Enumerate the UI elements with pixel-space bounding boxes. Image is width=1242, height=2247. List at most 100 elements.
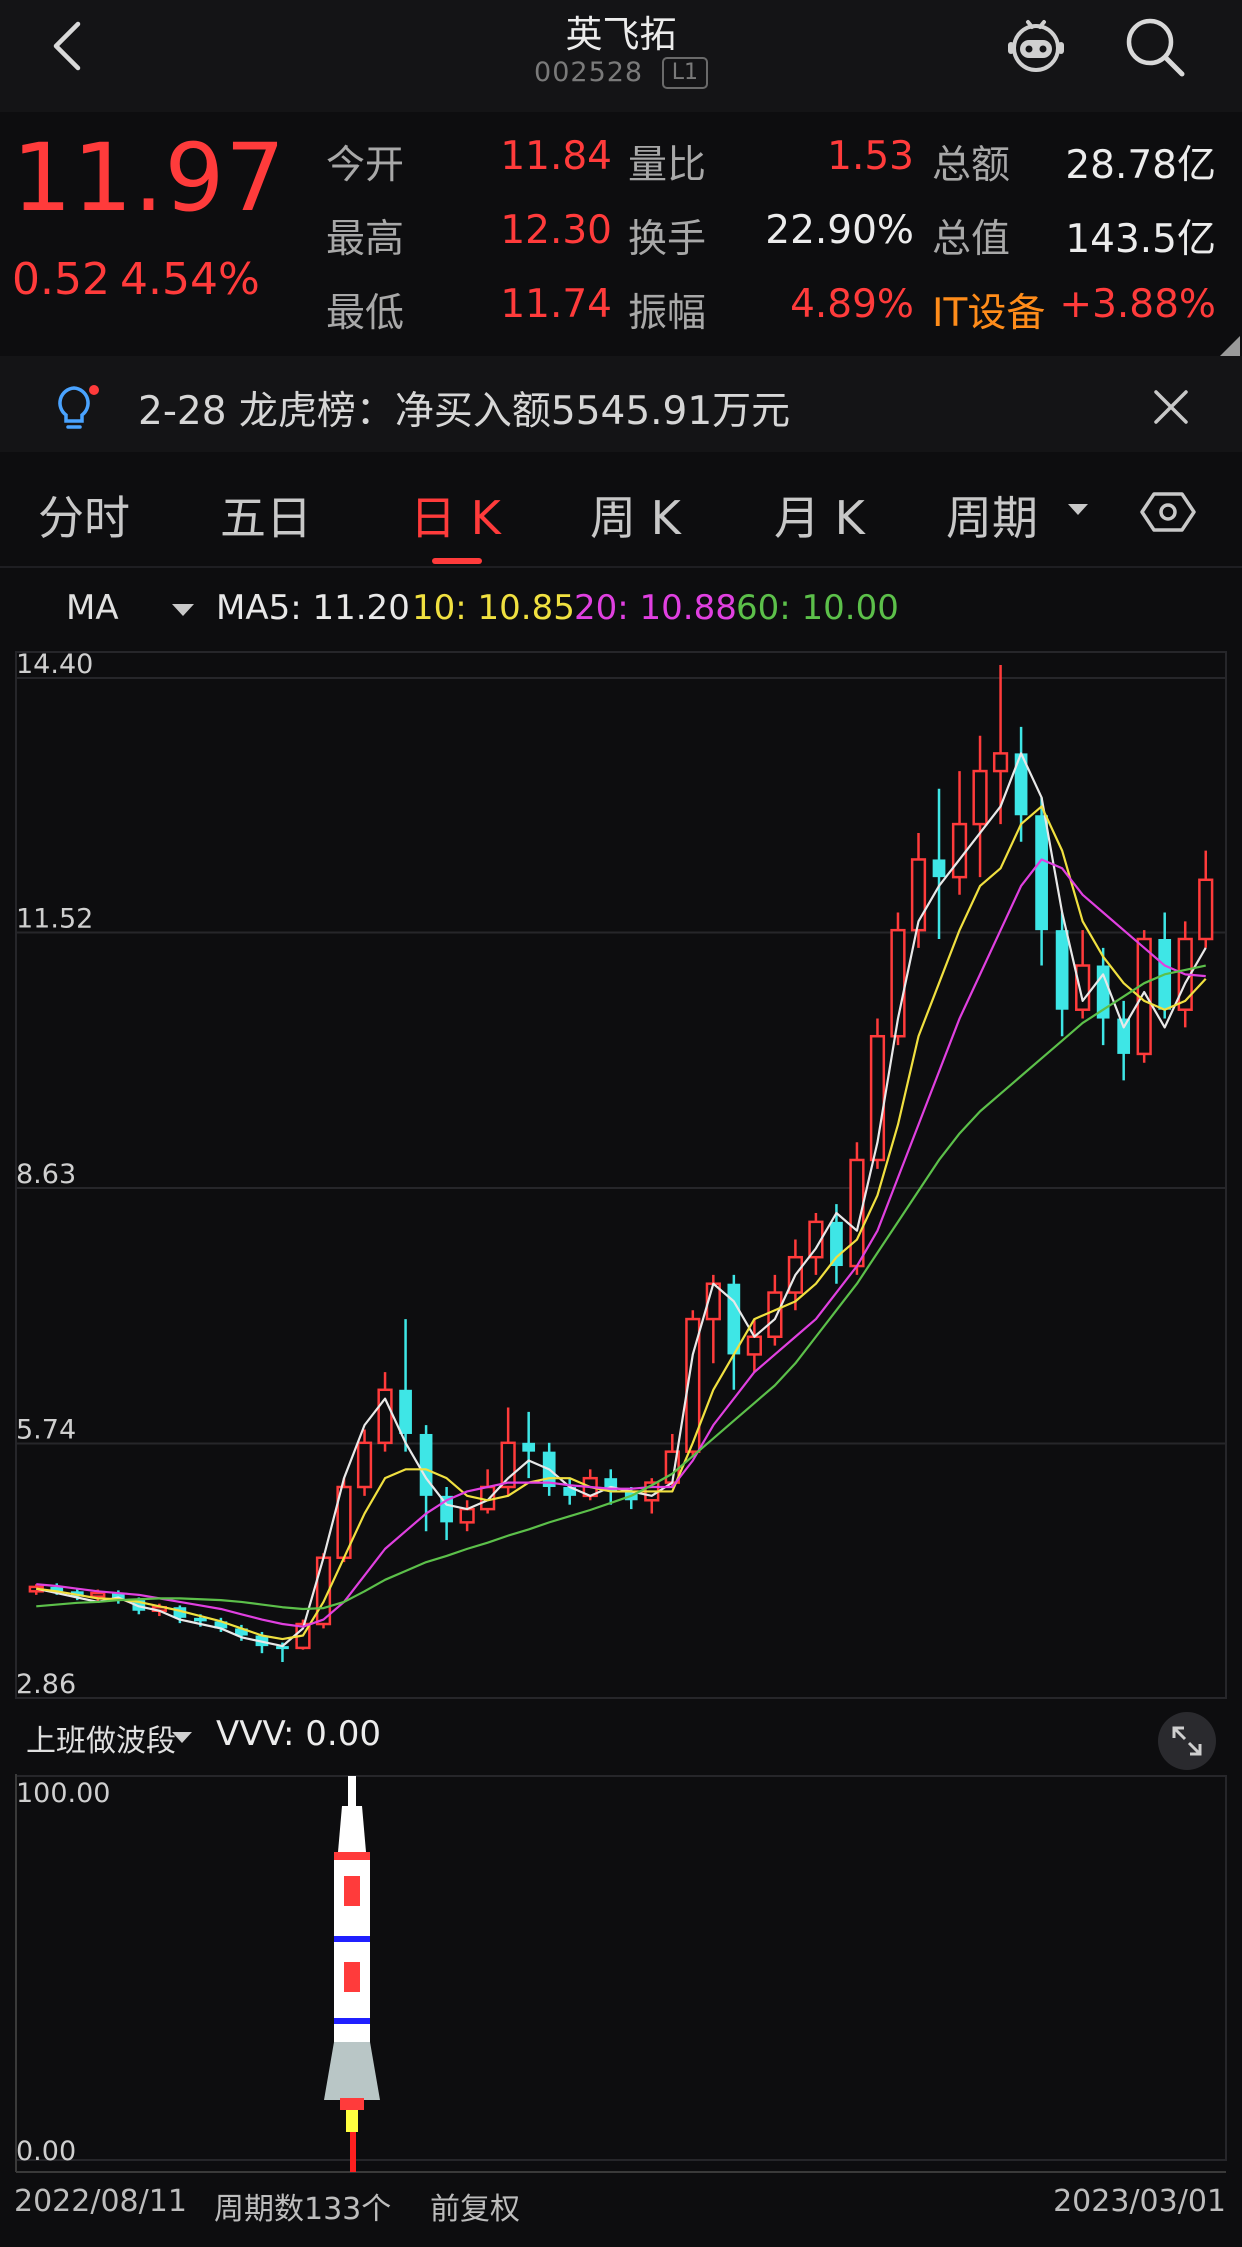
open-label: 今开 (326, 143, 405, 188)
sub-indicator-chart[interactable]: 100.00 0.00 (0, 1772, 1242, 2182)
candle-body (399, 1389, 412, 1434)
candle-body (951, 822, 968, 879)
low-label: 最低 (326, 291, 405, 336)
price-change: 0.52 (12, 254, 110, 305)
expand-corner-icon[interactable] (1220, 336, 1240, 356)
price-axis-label: 11.52 (16, 904, 93, 935)
ma60-value: 60: 10.00 (736, 588, 899, 628)
market-cap-label: 总值 (932, 217, 1011, 262)
sub-indicator-header: 上班做波段 VVV: 0.00 (0, 1700, 1242, 1772)
chart-period-tabs: 分时 五日 日 K 周 K 月 K 周期 (0, 456, 1242, 566)
tab-monthly-k[interactable]: 月 K (774, 482, 865, 548)
volume-ratio-label: 量比 (628, 143, 707, 188)
candle-body (356, 1441, 373, 1489)
candle-body (830, 1221, 843, 1267)
chevron-down-icon[interactable] (172, 604, 194, 616)
candle-body (500, 1441, 516, 1489)
sub-axis-top: 100.00 (16, 1778, 110, 1809)
search-icon[interactable] (1122, 14, 1188, 80)
kline-chart[interactable]: 14.40 11.52 8.63 5.74 2.86 (0, 640, 1242, 1700)
candle-body (992, 752, 1009, 773)
price-axis-label: 8.63 (16, 1159, 76, 1190)
turnover-amount-label: 总额 (932, 143, 1011, 188)
sub-chart-frame (15, 1775, 1227, 2161)
price-axis-label: 14.40 (16, 649, 93, 680)
vvv-value: VVV: 0.00 (216, 1714, 381, 1754)
tab-period-dropdown[interactable]: 周期 (946, 482, 1038, 548)
fullscreen-button[interactable] (1158, 1712, 1216, 1770)
ma-legend: MA MA5: 11.20 10: 10.85 20: 10.88 60: 10… (0, 580, 1242, 640)
candle-body (1075, 964, 1091, 1011)
robot-assistant-icon[interactable] (1004, 14, 1068, 78)
candle-body (767, 1291, 783, 1339)
candle-body (1035, 815, 1048, 931)
price-axis: 14.40 11.52 8.63 5.74 2.86 (16, 649, 93, 1700)
low-value: 11.74 (500, 282, 612, 327)
level-badge: L1 (661, 56, 708, 89)
candle-body (459, 1507, 475, 1524)
expand-icon (1172, 1726, 1202, 1756)
candle-body (1117, 1018, 1131, 1054)
sub-axis-bottom: 0.00 (16, 2136, 76, 2167)
notice-text[interactable]: 2-28 龙虎榜：净买入额5545.91万元 (138, 380, 790, 436)
ma60-line (36, 964, 1206, 1611)
lightbulb-icon (58, 385, 99, 429)
period-count: 周期数133个 (214, 2192, 392, 2227)
sector-label[interactable]: IT设备 (932, 282, 1045, 338)
rocket-icon (324, 1776, 380, 2172)
ma5-line (36, 752, 1207, 1648)
turnover-rate-label: 换手 (628, 217, 707, 262)
ma-lines (36, 752, 1207, 1648)
candle-body (1055, 930, 1069, 1010)
ma5-value: MA5: 11.20 (216, 588, 410, 628)
amplitude-label: 振幅 (628, 291, 707, 336)
start-date: 2022/08/11 (14, 2184, 187, 2219)
chevron-down-icon[interactable] (1068, 504, 1088, 515)
bottom-safe-area (0, 2232, 1242, 2247)
amplitude-value: 4.89% (790, 282, 914, 327)
open-value: 11.84 (500, 134, 612, 179)
ma10-line (36, 805, 1207, 1641)
active-tab-indicator (432, 558, 482, 564)
sub-indicator-selector[interactable]: 上班做波段 (26, 1716, 176, 1760)
price-change-percent: 4.54% (120, 254, 260, 305)
close-icon[interactable] (1146, 382, 1196, 432)
turnover-amount-value: 28.78亿 (1065, 143, 1216, 188)
price-axis-label: 2.86 (16, 1669, 76, 1700)
chevron-down-icon[interactable] (172, 1732, 192, 1743)
chart-settings-icon[interactable] (1140, 484, 1196, 540)
tab-daily-k[interactable]: 日 K (410, 482, 501, 548)
tab-intraday[interactable]: 分时 (38, 482, 130, 548)
ma20-value: 20: 10.88 (574, 588, 737, 628)
ma-indicator-selector[interactable]: MA (66, 588, 119, 628)
candles (28, 665, 1214, 1663)
adjustment-mode[interactable]: 前复权 (430, 2184, 520, 2228)
chart-footer: 2022/08/11 周期数133个 前复权 2023/03/01 (0, 2180, 1242, 2230)
candle-body (90, 1591, 106, 1598)
tab-five-day[interactable]: 五日 (220, 482, 312, 548)
candle-body (932, 859, 946, 878)
tab-weekly-k[interactable]: 周 K (590, 482, 681, 548)
end-date: 2023/03/01 (1053, 2184, 1226, 2219)
candle-body (419, 1433, 433, 1496)
last-price: 11.97 (12, 124, 287, 233)
top-nav-bar: 英飞拓 002528 L1 (0, 0, 1242, 112)
market-cap-value: 143.5亿 (1065, 217, 1216, 262)
candle-body (1198, 878, 1214, 941)
ma10-value: 10: 10.85 (412, 588, 575, 628)
quote-panel: 11.97 0.52 4.54% 今开 11.84 量比 1.53 总额 28.… (0, 112, 1242, 356)
candle-body (746, 1335, 762, 1356)
candle-body (522, 1442, 536, 1452)
dragon-tiger-notice[interactable]: 2-28 龙虎榜：净买入额5545.91万元 (0, 356, 1242, 452)
candle-body (194, 1617, 207, 1622)
turnover-rate-value: 22.90% (765, 208, 914, 253)
sector-change-value[interactable]: +3.88% (1030, 282, 1216, 327)
tab-divider (0, 566, 1242, 568)
price-axis-label: 5.74 (16, 1414, 76, 1445)
high-label: 最高 (326, 217, 405, 262)
ma20-line (36, 858, 1206, 1628)
volume-ratio-value: 1.53 (827, 134, 914, 179)
candle-body (727, 1283, 741, 1355)
high-value: 12.30 (500, 208, 612, 253)
stock-code: 002528 (534, 57, 644, 88)
